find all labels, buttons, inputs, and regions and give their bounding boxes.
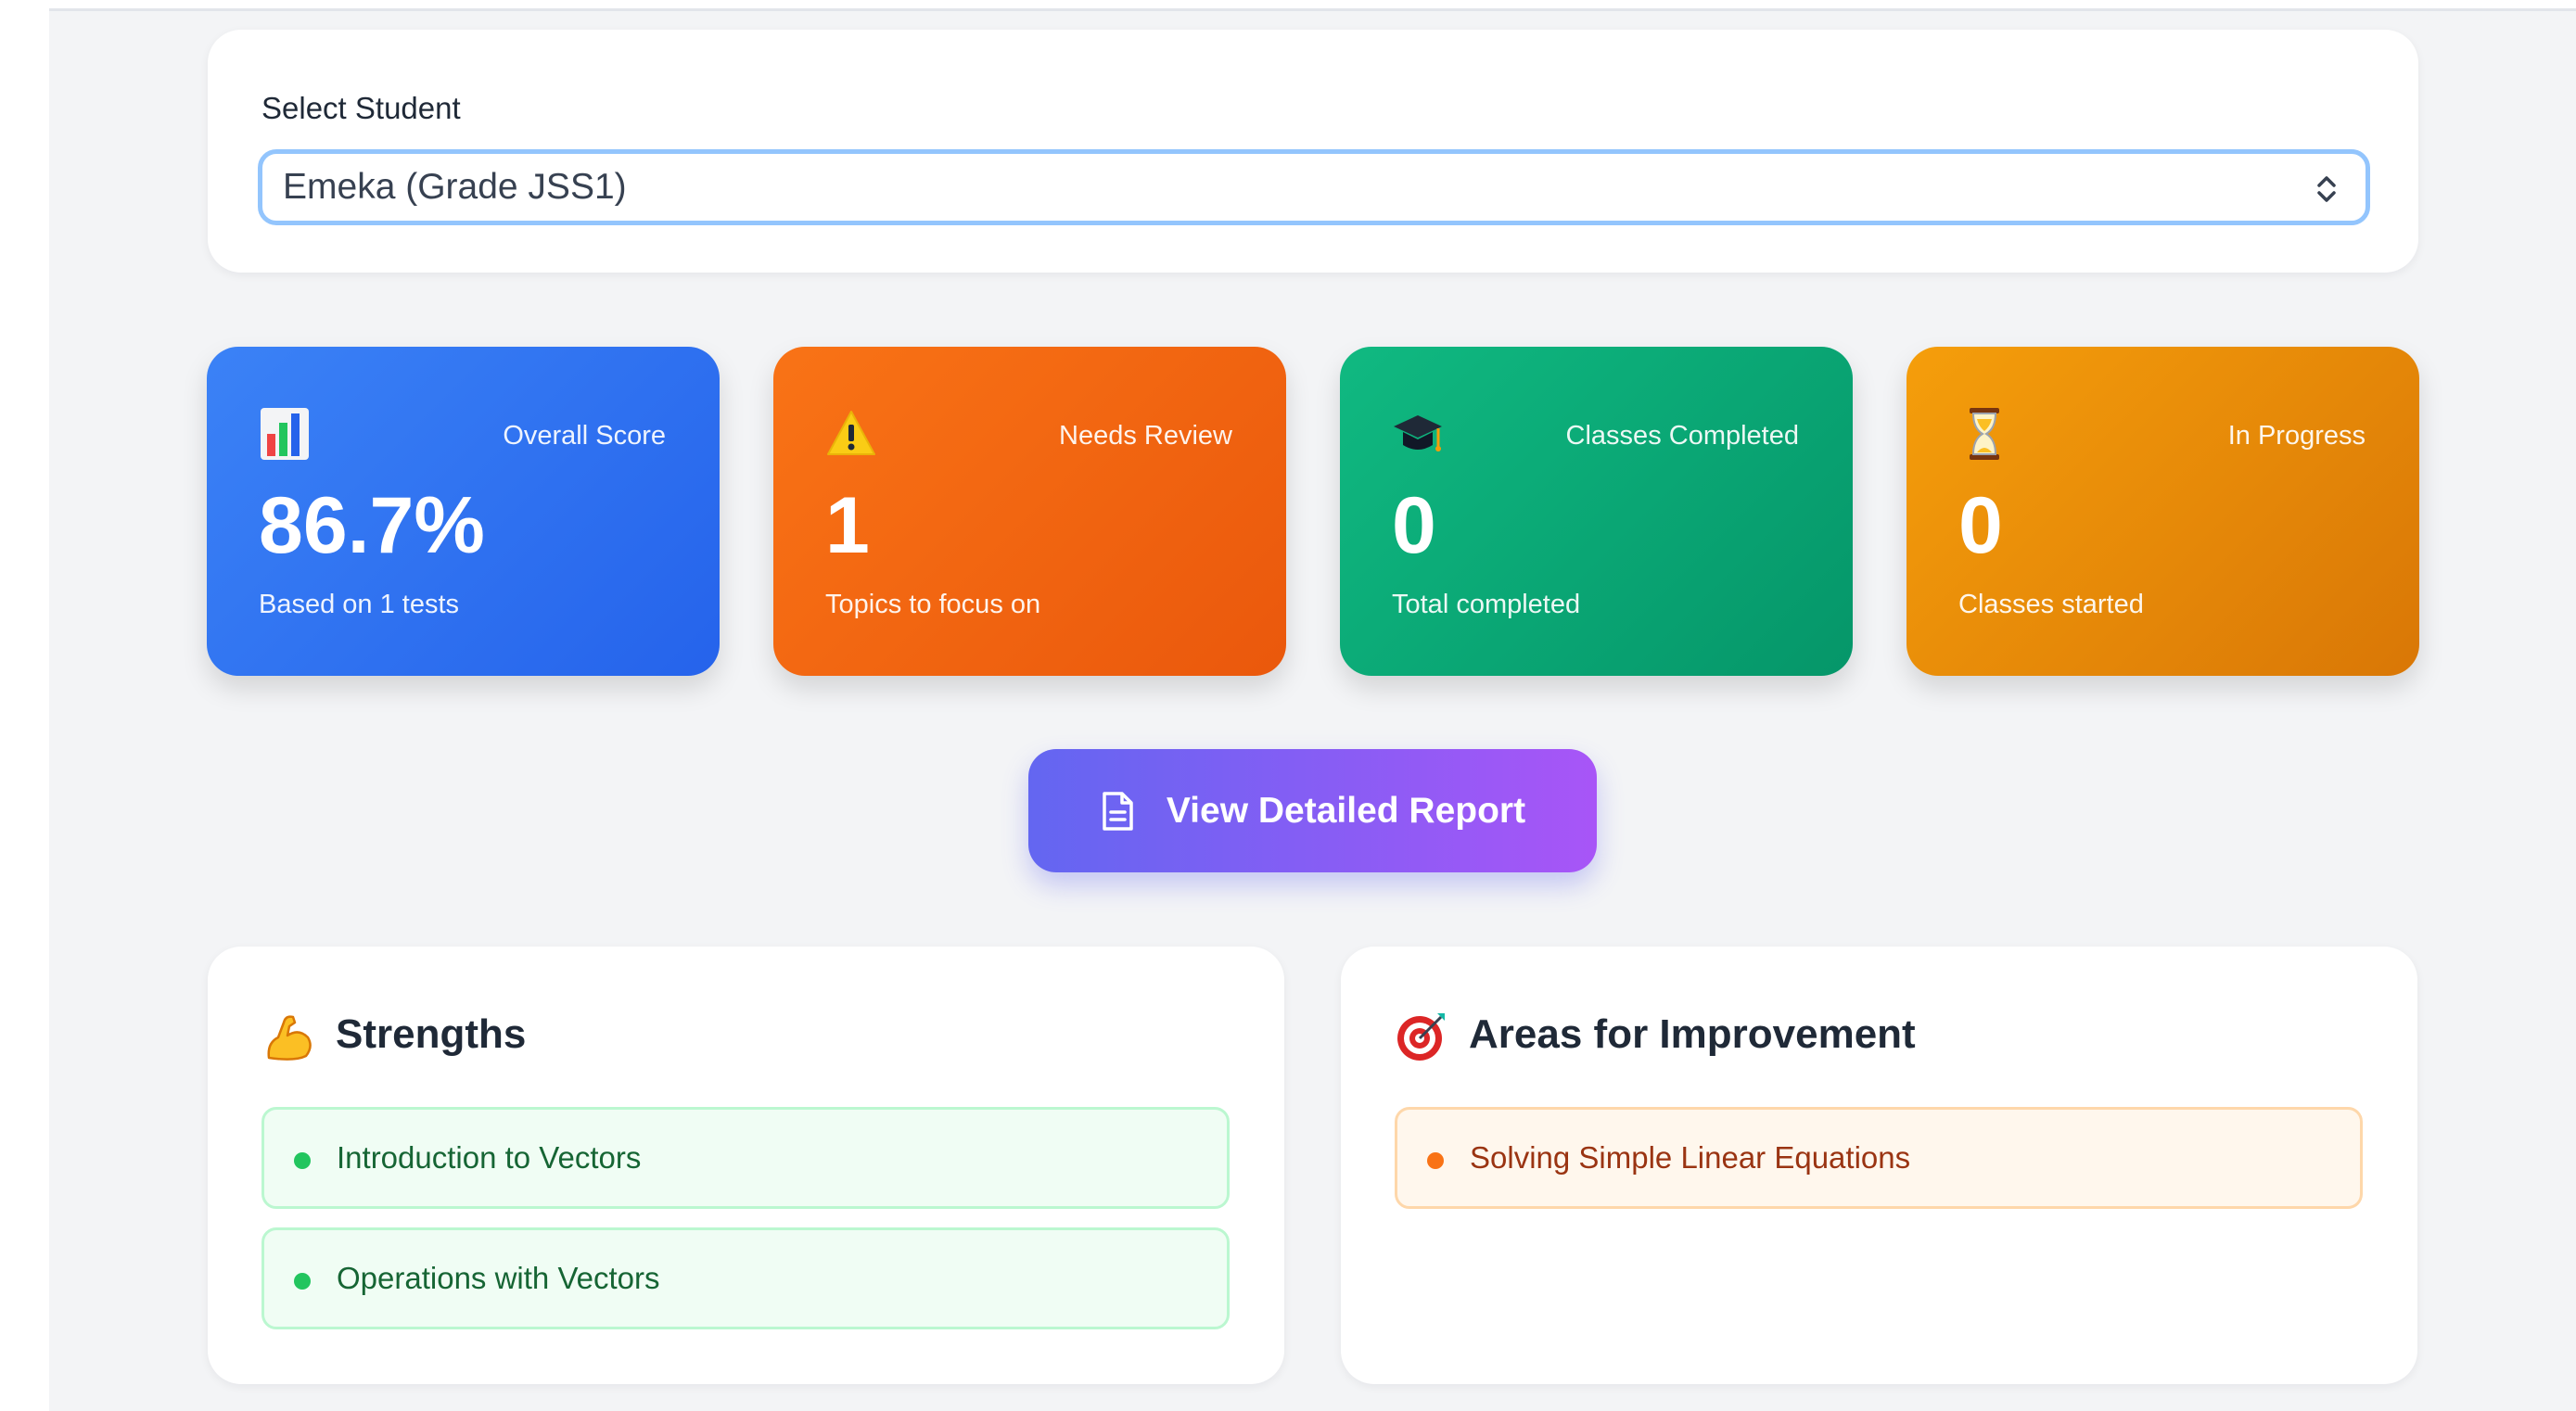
improvement-item-label: Solving Simple Linear Equations bbox=[1470, 1140, 1911, 1175]
improvement-item: Solving Simple Linear Equations bbox=[1395, 1107, 2363, 1209]
stat-label: In Progress bbox=[2227, 421, 2366, 451]
stat-value: 0 bbox=[1958, 481, 2003, 570]
hourglass-icon bbox=[1970, 408, 1999, 460]
student-selector-card: Select Student Emeka (Grade JSS1) bbox=[208, 30, 2418, 273]
strengths-title: Strengths bbox=[336, 1011, 527, 1057]
target-icon bbox=[1397, 1013, 1445, 1061]
flexed-biceps-icon bbox=[267, 1015, 312, 1061]
report-button-label: View Detailed Report bbox=[1166, 790, 1526, 831]
needs-review-card: Needs Review 1 Topics to focus on bbox=[773, 347, 1286, 676]
strengths-panel: Strengths Introduction to Vectors Operat… bbox=[208, 947, 1284, 1384]
stat-subtitle: Classes started bbox=[1958, 590, 2144, 619]
left-sidebar-edge bbox=[0, 0, 49, 1411]
stat-label: Classes Completed bbox=[1565, 421, 1799, 451]
strength-item: Operations with Vectors bbox=[261, 1227, 1230, 1329]
stat-subtitle: Total completed bbox=[1392, 590, 1581, 619]
student-select[interactable]: Emeka (Grade JSS1) bbox=[258, 149, 2370, 225]
classes-completed-card: Classes Completed 0 Total completed bbox=[1340, 347, 1853, 676]
improvement-panel: Areas for Improvement Solving Simple Lin… bbox=[1341, 947, 2417, 1384]
strength-item: Introduction to Vectors bbox=[261, 1107, 1230, 1209]
view-detailed-report-button[interactable]: View Detailed Report bbox=[1028, 749, 1597, 872]
stat-value: 86.7% bbox=[259, 481, 485, 570]
stat-subtitle: Topics to focus on bbox=[825, 590, 1041, 619]
bullet-dot bbox=[1427, 1152, 1444, 1169]
chevron-up-down-icon bbox=[2317, 176, 2336, 202]
select-student-label: Select Student bbox=[261, 91, 461, 125]
improvement-title: Areas for Improvement bbox=[1469, 1011, 1916, 1057]
bullet-dot bbox=[294, 1273, 311, 1290]
strength-item-label: Introduction to Vectors bbox=[337, 1140, 642, 1175]
student-select-value: Emeka (Grade JSS1) bbox=[283, 167, 627, 207]
stat-value: 0 bbox=[1392, 481, 1436, 570]
document-icon bbox=[1103, 791, 1133, 831]
bar-chart-icon bbox=[261, 408, 309, 460]
in-progress-card: In Progress 0 Classes started bbox=[1906, 347, 2419, 676]
warning-icon bbox=[827, 411, 875, 455]
overall-score-card: Overall Score 86.7% Based on 1 tests bbox=[207, 347, 720, 676]
stat-label: Needs Review bbox=[1059, 421, 1232, 451]
stat-subtitle: Based on 1 tests bbox=[259, 590, 460, 619]
stat-value: 1 bbox=[825, 481, 870, 570]
bullet-dot bbox=[294, 1152, 311, 1169]
graduation-cap-icon bbox=[1394, 415, 1442, 451]
strength-item-label: Operations with Vectors bbox=[337, 1261, 660, 1295]
top-divider bbox=[0, 0, 2576, 11]
stat-label: Overall Score bbox=[503, 421, 666, 451]
